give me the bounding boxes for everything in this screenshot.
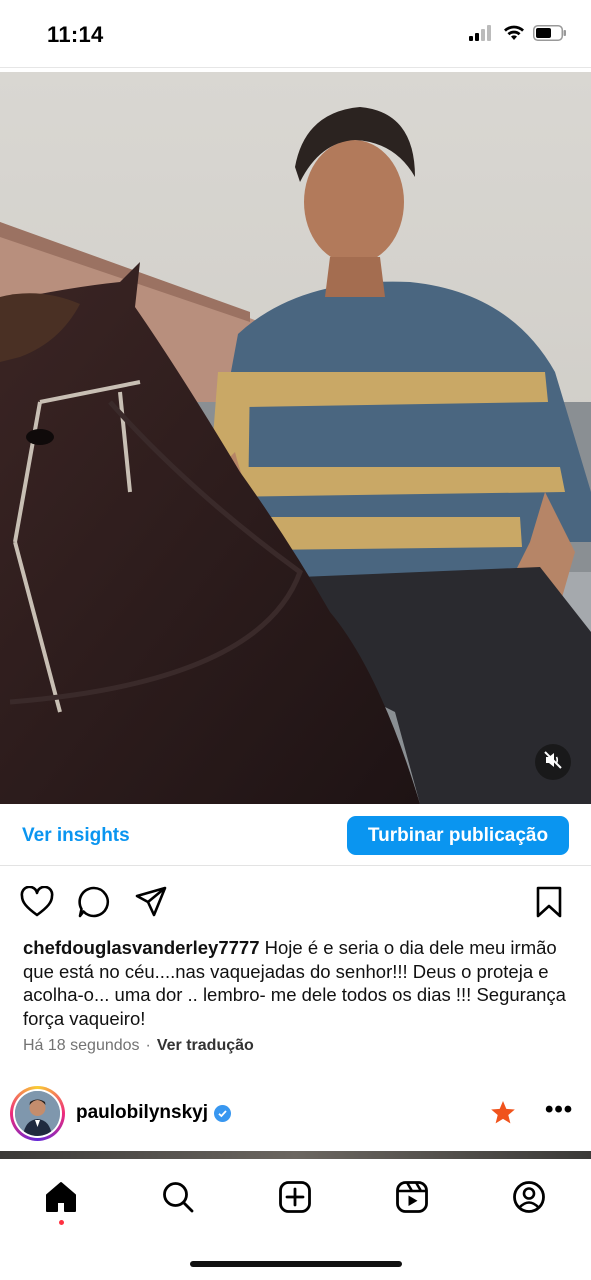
create-icon[interactable] [275, 1177, 315, 1217]
status-bar: 11:14 [0, 0, 591, 68]
see-translation-link[interactable]: Ver tradução [157, 1037, 254, 1054]
comment-icon[interactable] [76, 884, 112, 920]
wifi-icon [503, 25, 525, 46]
home-icon[interactable] [41, 1177, 81, 1217]
status-time: 11:14 [47, 22, 104, 47]
search-icon[interactable] [158, 1177, 198, 1217]
bottom-tab-bar [0, 1159, 591, 1280]
mute-icon [543, 750, 563, 775]
profile-icon[interactable] [509, 1177, 549, 1217]
post-meta: Há 18 segundos · Ver tradução [23, 1037, 254, 1055]
next-post-username[interactable]: paulobilynskyj [76, 1102, 208, 1124]
avatar-story-ring[interactable] [10, 1086, 65, 1141]
share-icon[interactable] [133, 884, 169, 920]
meta-separator: · [145, 1037, 151, 1054]
next-post-header: paulobilynskyj ••• [0, 1082, 591, 1144]
signal-icon [469, 25, 495, 46]
home-notification-dot [59, 1220, 64, 1225]
more-options-button[interactable]: ••• [545, 1096, 573, 1124]
next-post-media-edge [0, 1151, 591, 1159]
avatar [15, 1091, 60, 1136]
star-icon[interactable] [490, 1100, 516, 1130]
caption-username[interactable]: chefdouglasvanderley7777 [23, 937, 260, 958]
post-image [0, 72, 591, 804]
bookmark-icon[interactable] [531, 884, 567, 920]
battery-icon [533, 25, 567, 46]
post-photo[interactable] [0, 72, 591, 804]
boost-post-button[interactable]: Turbinar publicação [347, 816, 569, 855]
reels-icon[interactable] [392, 1177, 432, 1217]
home-indicator [190, 1261, 402, 1267]
verified-icon [213, 1104, 231, 1122]
view-insights-link[interactable]: Ver insights [22, 825, 130, 847]
insights-row: Ver insights Turbinar publicação [0, 804, 591, 866]
mute-button[interactable] [535, 744, 571, 780]
heart-icon[interactable] [19, 884, 55, 920]
post-actions [0, 880, 591, 924]
post-timestamp: Há 18 segundos [23, 1037, 140, 1054]
post-caption: chefdouglasvanderley7777 Hoje é e seria … [23, 936, 571, 1030]
